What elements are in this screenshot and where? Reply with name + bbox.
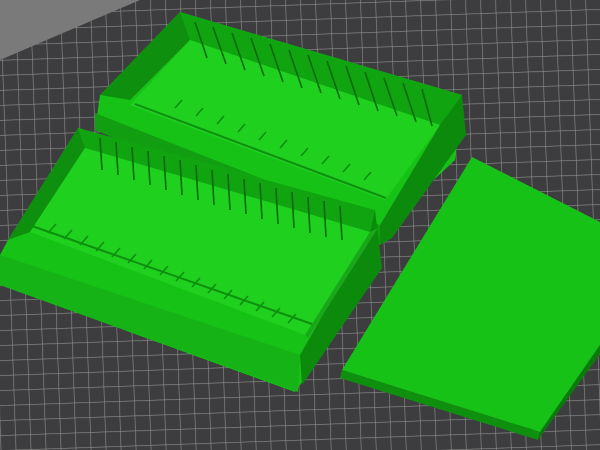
3d-viewport[interactable]	[0, 0, 600, 450]
print-bed-scene[interactable]	[0, 0, 600, 450]
